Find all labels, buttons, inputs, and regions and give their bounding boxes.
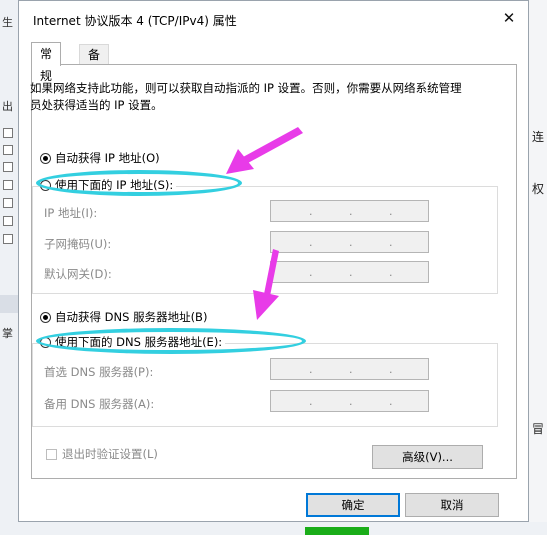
ip-address-input[interactable]: ... (270, 200, 429, 222)
radio-manual-dns-label: 使用下面的 DNS 服务器地址(E): (55, 335, 223, 349)
bg-checkbox (3, 180, 13, 190)
default-gateway-input[interactable]: ... (270, 261, 429, 283)
dialog-title: Internet 协议版本 4 (TCP/IPv4) 属性 (33, 14, 237, 28)
bg-text-fragment: 权 (531, 182, 544, 196)
alternate-dns-label: 备用 DNS 服务器(A): (44, 397, 155, 411)
radio-button[interactable] (40, 179, 51, 191)
tab-general[interactable]: 常规 (31, 42, 62, 83)
dialog-titlebar[interactable]: Internet 协议版本 4 (TCP/IPv4) 属性 ✕ (19, 1, 528, 37)
tab-alternate-configuration[interactable]: 备用配置 (79, 44, 110, 122)
bg-green-button (305, 527, 369, 535)
bg-checkbox (3, 128, 13, 138)
validate-settings-checkbox-row[interactable]: 退出时验证设置(L) (46, 446, 158, 462)
close-button[interactable]: ✕ (496, 5, 522, 31)
radio-manual-dns[interactable]: 使用下面的 DNS 服务器地址(E): (40, 334, 226, 350)
cancel-button[interactable]: 取消 (405, 493, 499, 517)
validate-settings-label: 退出时验证设置(L) (62, 447, 158, 461)
bg-text-fragment: 生 (2, 16, 13, 29)
bg-text-fragment: 冒 (531, 422, 544, 436)
radio-auto-ip[interactable]: 自动获得 IP 地址(O) (40, 150, 160, 166)
subnet-mask-label: 子网掩码(U): (44, 237, 112, 251)
radio-auto-ip-label: 自动获得 IP 地址(O) (55, 151, 160, 165)
radio-button-selected[interactable] (40, 152, 51, 164)
background-app-bottom (0, 522, 547, 535)
bg-text-fragment: 连 (531, 130, 544, 144)
preferred-dns-input[interactable]: ... (270, 358, 429, 380)
dns-fields-group (32, 343, 498, 427)
radio-button[interactable] (40, 336, 51, 348)
background-app-left: 生 出 掌 (0, 0, 19, 535)
ok-button[interactable]: 确定 (306, 493, 400, 517)
bg-band (0, 295, 18, 313)
background-app-right: 连 权 冒 (529, 0, 547, 535)
alternate-dns-input[interactable]: ... (270, 390, 429, 412)
bg-checkbox (3, 216, 13, 226)
radio-manual-ip-label: 使用下面的 IP 地址(S): (55, 178, 174, 192)
radio-manual-ip[interactable]: 使用下面的 IP 地址(S): (40, 177, 177, 193)
radio-button-selected[interactable] (40, 311, 51, 323)
bg-checkbox (3, 145, 13, 155)
bg-text-fragment: 出 (2, 100, 13, 113)
validate-settings-checkbox[interactable] (46, 448, 57, 460)
bg-text-fragment: 掌 (2, 327, 13, 340)
description-text: 如果网络支持此功能，则可以获取自动指派的 IP 设置。否则，你需要从网络系统管理… (30, 81, 462, 112)
subnet-mask-input[interactable]: ... (270, 231, 429, 253)
radio-auto-dns[interactable]: 自动获得 DNS 服务器地址(B) (40, 309, 207, 325)
bg-checkbox (3, 162, 13, 172)
bg-checkbox (3, 198, 13, 208)
bg-checkbox (3, 234, 13, 244)
preferred-dns-label: 首选 DNS 服务器(P): (44, 365, 154, 379)
advanced-button[interactable]: 高级(V)... (372, 445, 483, 469)
radio-auto-dns-label: 自动获得 DNS 服务器地址(B) (55, 310, 208, 324)
close-icon: ✕ (502, 9, 516, 27)
ip-address-label: IP 地址(I): (44, 206, 98, 220)
default-gateway-label: 默认网关(D): (44, 267, 112, 281)
